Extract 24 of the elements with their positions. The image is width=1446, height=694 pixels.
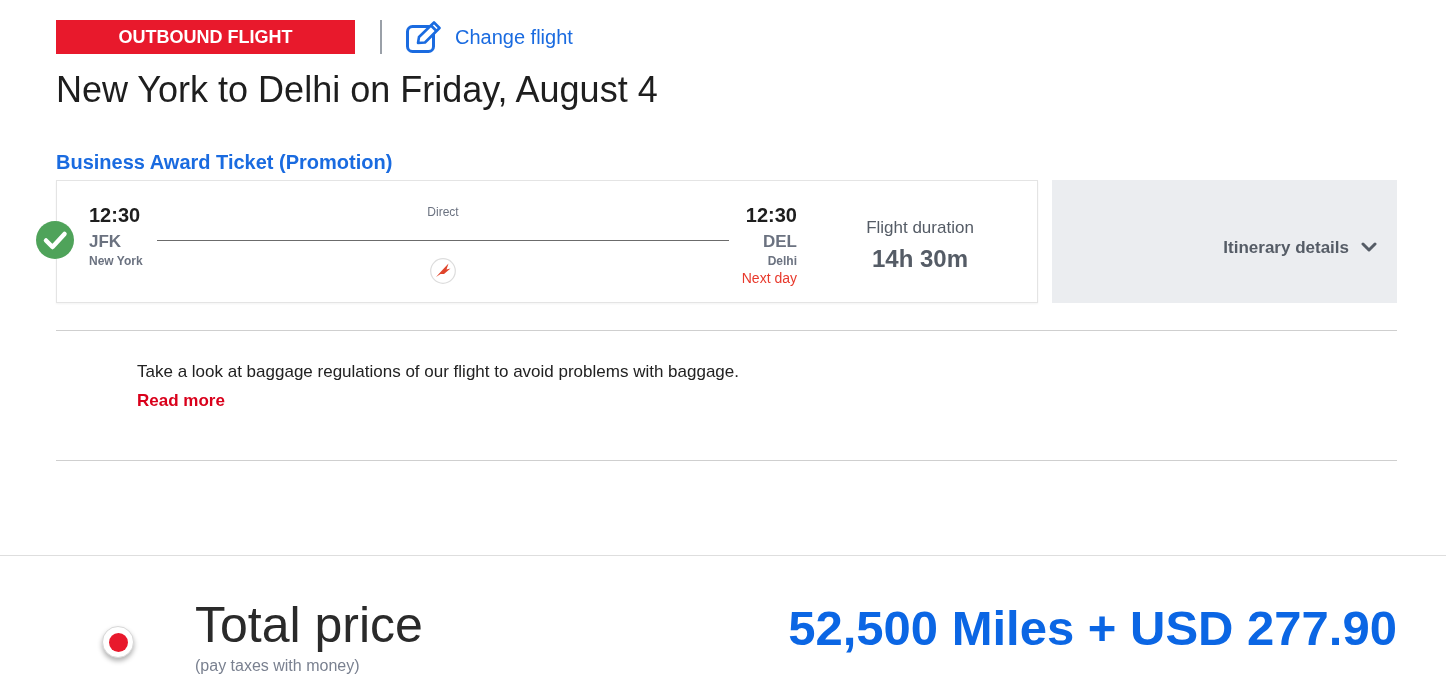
total-price-title: Total price xyxy=(195,596,423,654)
next-day-note: Next day xyxy=(741,269,797,287)
arrival-city: Delhi xyxy=(767,253,797,269)
page-title: New York to Delhi on Friday, August 4 xyxy=(56,70,658,110)
radio-button[interactable] xyxy=(102,626,134,658)
change-flight-link[interactable]: Change flight xyxy=(455,25,573,49)
arrival-time: 12:30 xyxy=(745,203,797,227)
departure-time: 12:30 xyxy=(89,203,141,227)
read-more-link[interactable]: Read more xyxy=(137,390,225,412)
total-price-amount: 52,500 Miles + USD 277.90 xyxy=(788,600,1397,657)
flight-card[interactable]: 12:30 JFK New York Direct 12:30 DEL Delhi Next day Flight duration 14h 30m xyxy=(56,180,1038,303)
duration-label: Flight duration xyxy=(866,216,974,239)
itinerary-details-button[interactable]: Itinerary details xyxy=(1052,180,1397,303)
total-price-subtitle: (pay taxes with money) xyxy=(195,656,360,676)
baggage-notice: Take a look at baggage regulations of our flight to avoid problems with baggage. xyxy=(137,361,739,383)
edit-icon[interactable] xyxy=(406,21,442,53)
departure-city: New York xyxy=(89,253,143,269)
duration-value: 14h 30m xyxy=(871,244,969,273)
stops-label: Direct xyxy=(427,204,459,220)
fare-name: Business Award Ticket (Promotion) xyxy=(56,150,393,174)
arrival-airport-code: DEL xyxy=(763,231,797,253)
departure-airport-code: JFK xyxy=(89,231,122,253)
bird-logo-icon xyxy=(430,258,456,284)
outbound-flight-badge: OUTBOUND FLIGHT xyxy=(56,20,355,54)
